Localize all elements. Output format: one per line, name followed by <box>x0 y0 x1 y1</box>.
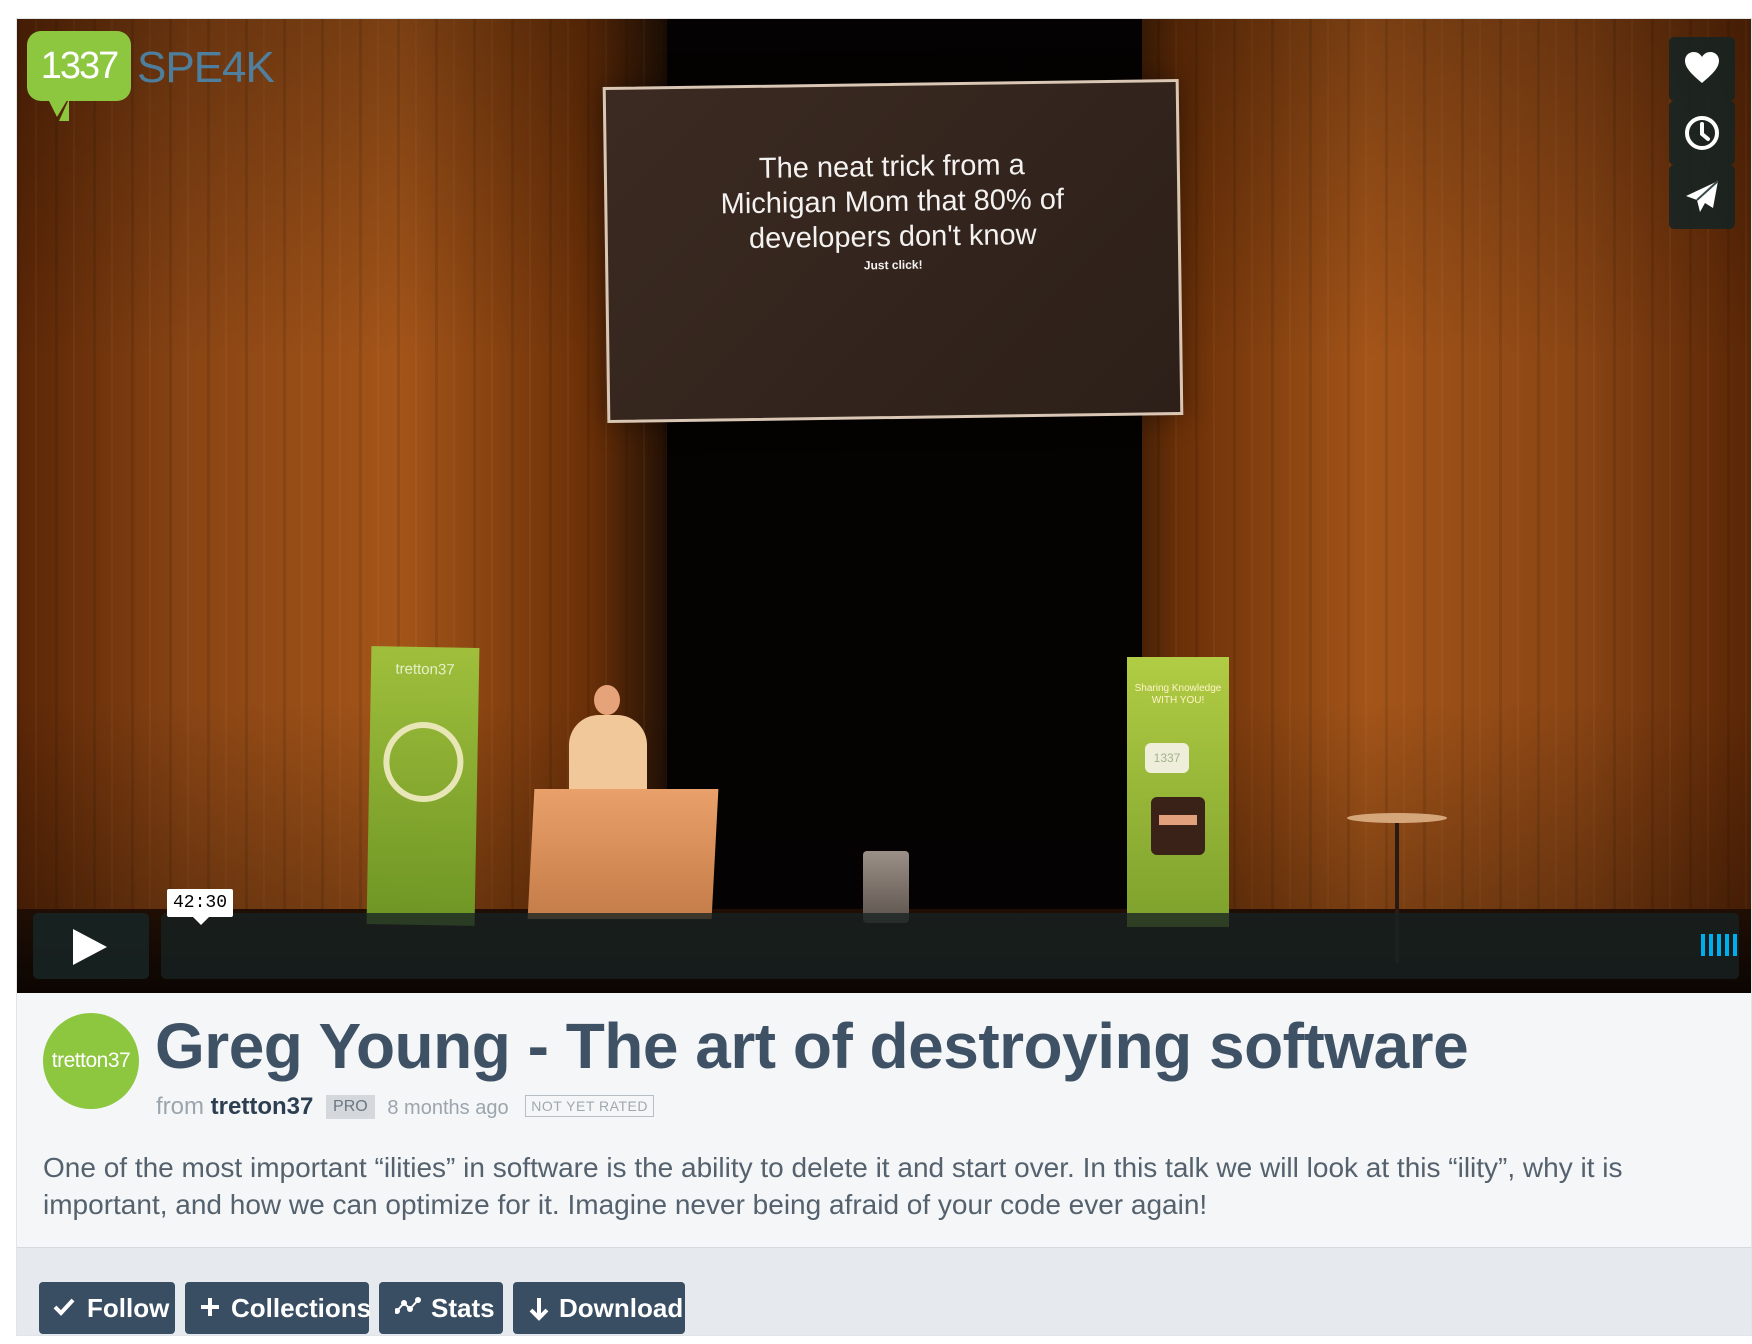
collections-button[interactable]: Collections <box>185 1282 372 1334</box>
video-player[interactable]: 1337 SPE4K The neat trick from a Michiga… <box>17 19 1751 993</box>
banner-right-bubble: 1337 <box>1145 743 1189 773</box>
upload-age: 8 months ago <box>387 1097 509 1119</box>
speak-logo-word: SPE4K <box>137 43 275 92</box>
follow-button[interactable]: Follow <box>39 1282 175 1334</box>
stats-button[interactable]: Stats <box>379 1282 503 1334</box>
video-page-frame: 1337 SPE4K The neat trick from a Michiga… <box>16 18 1752 1336</box>
projection-screen: The neat trick from a Michigan Mom that … <box>602 78 1184 424</box>
rating-badge[interactable]: NOT YET RATED <box>525 1095 654 1117</box>
channel-avatar[interactable]: tretton37 <box>43 1013 139 1109</box>
heart-icon <box>1685 52 1719 83</box>
banner-right: Sharing Knowledge WITH YOU! 1337 <box>1127 657 1229 927</box>
like-button[interactable] <box>1669 37 1735 101</box>
banner-right-text: Sharing Knowledge WITH YOU! <box>1134 683 1222 706</box>
pro-badge: PRO <box>326 1095 375 1119</box>
play-button[interactable] <box>33 913 149 979</box>
play-icon <box>73 929 107 965</box>
seal-logo-icon <box>382 721 465 803</box>
follow-label: Follow <box>87 1293 170 1323</box>
author-link[interactable]: tretton37 <box>211 1093 314 1120</box>
side-table <box>1347 813 1447 823</box>
action-bar: Follow Collections Stats Download <box>17 1248 1751 1335</box>
timecode-tooltip: 42:30 <box>167 889 234 925</box>
download-arrow-icon <box>529 1298 549 1321</box>
video-description: One of the most important “ilities” in s… <box>43 1152 1623 1220</box>
banner-left-text: tretton37 <box>395 660 455 679</box>
download-label: Download <box>559 1293 684 1323</box>
clock-icon <box>1685 116 1719 150</box>
player-controls: HD 42:30 <box>33 889 1739 979</box>
speaker <box>563 685 653 795</box>
from-label: from <box>156 1093 204 1120</box>
video-title: Greg Young - The art of destroying softw… <box>155 1010 1469 1082</box>
checkmark-icon <box>53 1298 75 1316</box>
download-button[interactable]: Download <box>513 1282 685 1334</box>
share-button[interactable] <box>1669 165 1735 229</box>
paper-plane-icon <box>1686 180 1719 212</box>
podium <box>527 789 719 919</box>
plus-icon <box>201 1298 219 1316</box>
stats-icon <box>395 1297 421 1314</box>
speak-logo-number: 1337 <box>40 45 120 87</box>
ninja-mascot-icon <box>1151 797 1205 855</box>
progress-bar[interactable]: HD <box>161 913 1739 979</box>
volume-control[interactable] <box>1701 934 1743 956</box>
watch-later-button[interactable] <box>1669 101 1735 165</box>
collections-label: Collections <box>231 1293 372 1323</box>
banner-left: tretton37 <box>366 646 480 926</box>
byline: from tretton37 PRO 8 months ago NOT YET … <box>156 1093 654 1121</box>
stats-label: Stats <box>431 1293 495 1323</box>
slide-text: The neat trick from a Michigan Mom that … <box>720 149 1065 256</box>
